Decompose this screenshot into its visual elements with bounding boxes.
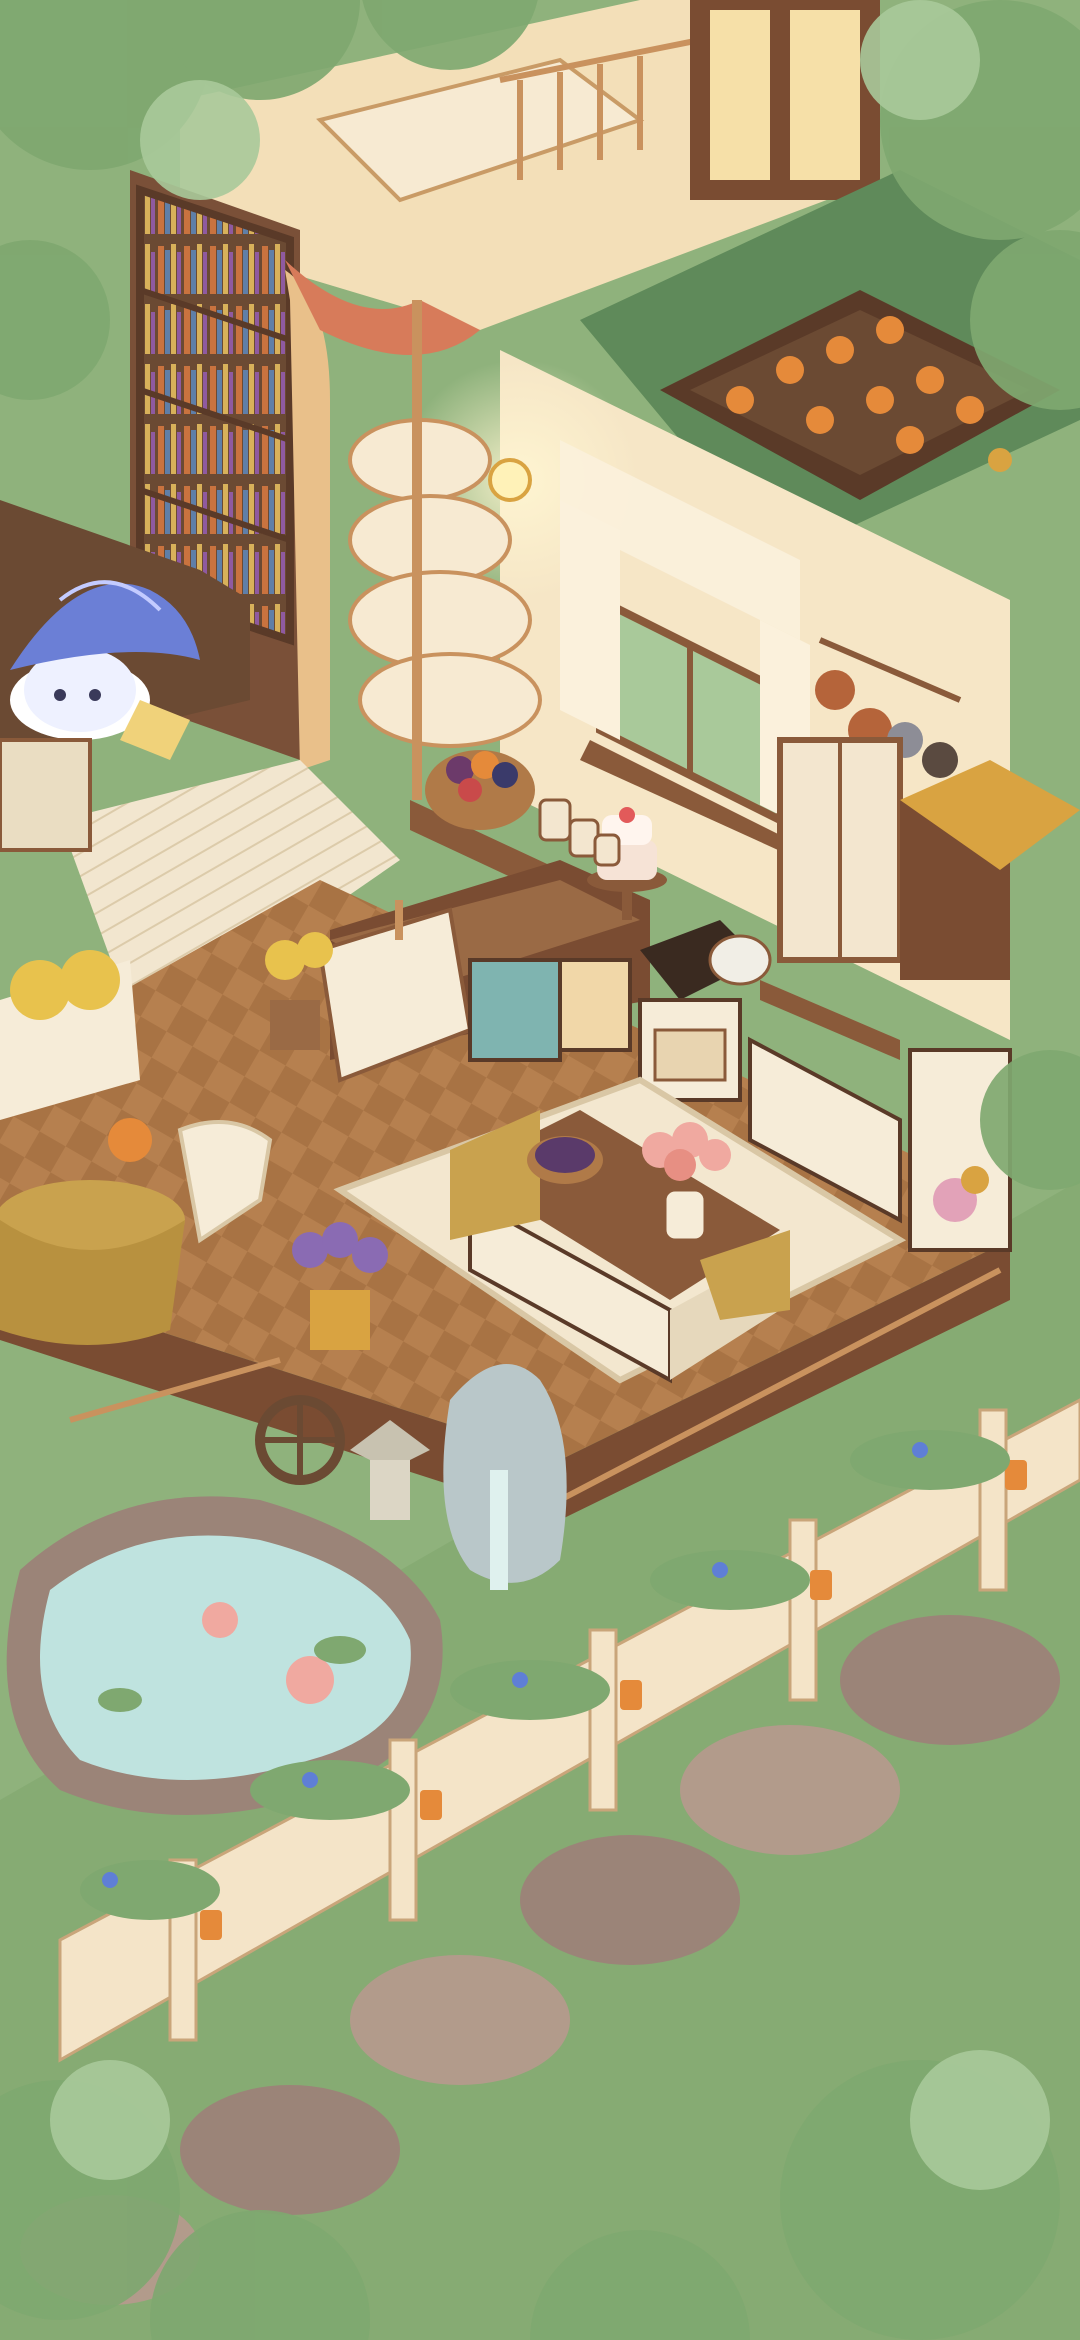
cabinet[interactable] [558,958,632,1052]
wall-lamp[interactable] [488,458,532,502]
water-wheel[interactable] [255,1395,345,1485]
newspaper-board[interactable] [0,738,92,852]
berry-pie[interactable] [527,1136,603,1184]
fruit-basket[interactable] [425,750,535,830]
game-scene[interactable] [0,0,1080,2340]
blue-cabinet[interactable] [468,958,562,1062]
kettle[interactable] [708,934,772,986]
isometric-cottage-scene[interactable] [0,0,1080,2340]
rock-fountain[interactable] [443,1364,567,1590]
